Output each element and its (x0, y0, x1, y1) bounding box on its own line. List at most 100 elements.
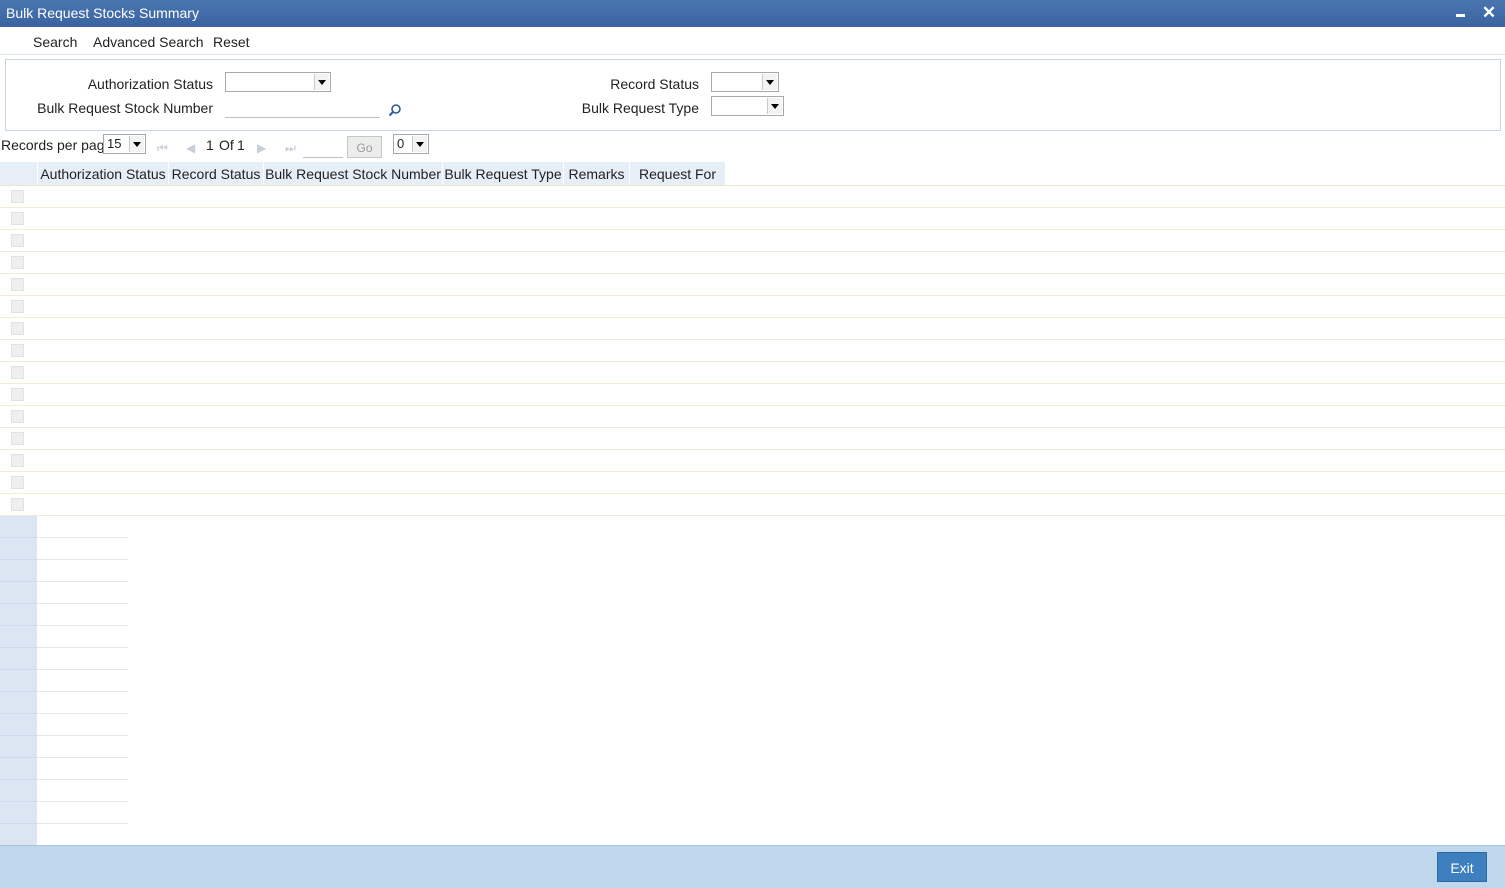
grid-cell (37, 560, 128, 582)
table-row[interactable] (0, 208, 1505, 230)
bulk-request-type-select[interactable] (711, 96, 784, 116)
menu-bar: Search Advanced Search Reset (0, 27, 1505, 55)
row-checkbox[interactable] (11, 256, 24, 269)
table-row[interactable] (0, 230, 1505, 252)
table-row[interactable] (0, 428, 1505, 450)
grid-cell (37, 736, 128, 758)
row-gutter (0, 824, 37, 846)
grid-cell (37, 670, 128, 692)
empty-grid-row (0, 802, 128, 824)
row-gutter (0, 736, 37, 758)
table-row[interactable] (0, 252, 1505, 274)
row-gutter (0, 648, 37, 670)
empty-grid-row (0, 758, 128, 780)
row-checkbox[interactable] (11, 278, 24, 291)
table-row[interactable] (0, 472, 1505, 494)
row-gutter (0, 538, 37, 560)
grid-cell (37, 692, 128, 714)
row-checkbox[interactable] (11, 476, 24, 489)
chevron-down-icon (129, 136, 144, 152)
table-row[interactable] (0, 296, 1505, 318)
row-checkbox[interactable] (11, 190, 24, 203)
row-gutter (0, 626, 37, 648)
row-checkbox[interactable] (11, 344, 24, 357)
table-row[interactable] (0, 450, 1505, 472)
table-row[interactable] (0, 494, 1505, 516)
grid-cell (37, 802, 128, 824)
row-checkbox[interactable] (11, 454, 24, 467)
row-gutter (0, 582, 37, 604)
table-row[interactable] (0, 186, 1505, 208)
grid-cell (37, 538, 128, 560)
chevron-down-icon (314, 74, 329, 90)
row-checkbox[interactable] (11, 410, 24, 423)
table-row[interactable] (0, 406, 1505, 428)
search-criteria-panel: Authorization Status Bulk Request Stock … (5, 59, 1501, 131)
minimize-icon[interactable] (1452, 4, 1470, 22)
table-row[interactable] (0, 362, 1505, 384)
select-all-header[interactable] (0, 162, 38, 185)
next-page-icon[interactable]: ▶ (257, 141, 266, 155)
empty-grid-row (0, 582, 128, 604)
go-to-page-input[interactable] (303, 139, 343, 158)
table-row[interactable] (0, 318, 1505, 340)
chevron-down-icon (762, 74, 777, 90)
window-title: Bulk Request Stocks Summary (6, 5, 199, 21)
column-header-authorization-status[interactable]: Authorization Status (38, 162, 169, 185)
extra-select[interactable]: 0 (393, 134, 429, 154)
row-checkbox[interactable] (11, 300, 24, 313)
grid-cell (37, 626, 128, 648)
lookup-icon[interactable] (388, 103, 402, 117)
record-status-select[interactable] (711, 72, 779, 92)
empty-grid-row (0, 692, 128, 714)
row-checkbox[interactable] (11, 498, 24, 511)
authorization-status-select[interactable] (225, 72, 331, 92)
table-row[interactable] (0, 340, 1505, 362)
column-header-bulk-request-stock-number[interactable]: Bulk Request Stock Number (264, 162, 443, 185)
records-per-page-select[interactable]: 15 (103, 134, 146, 154)
grid-cell (37, 714, 128, 736)
empty-grid-row (0, 736, 128, 758)
row-checkbox[interactable] (11, 234, 24, 247)
last-page-icon[interactable]: ⏭ (285, 141, 296, 156)
footer-bar: Exit (0, 845, 1505, 888)
authorization-status-label: Authorization Status (87, 76, 213, 92)
current-page: 1 (206, 137, 214, 153)
table-row[interactable] (0, 274, 1505, 296)
bulk-request-stock-number-input[interactable] (225, 98, 380, 118)
bulk-request-stock-number-label: Bulk Request Stock Number (37, 100, 213, 116)
row-gutter (0, 560, 37, 582)
chevron-down-icon (767, 98, 782, 114)
records-per-page-label: Records per page (1, 137, 113, 153)
grid-cell (37, 648, 128, 670)
row-gutter (0, 758, 37, 780)
grid-header: Authorization Status Record Status Bulk … (0, 162, 1505, 186)
column-header-bulk-request-type[interactable]: Bulk Request Type (443, 162, 564, 185)
column-header-record-status[interactable]: Record Status (169, 162, 264, 185)
advanced-search-menu-item[interactable]: Advanced Search (93, 34, 204, 50)
grid-cell (37, 780, 128, 802)
row-checkbox[interactable] (11, 432, 24, 445)
grid-cell (37, 582, 128, 604)
column-header-request-for[interactable]: Request For (630, 162, 726, 185)
title-bar: Bulk Request Stocks Summary ✕ (0, 0, 1505, 27)
empty-grid-row (0, 516, 128, 538)
reset-menu-item[interactable]: Reset (213, 34, 250, 50)
go-button[interactable]: Go (347, 136, 382, 158)
row-gutter (0, 604, 37, 626)
first-page-icon[interactable]: ⏮ (157, 141, 168, 156)
exit-button[interactable]: Exit (1437, 852, 1487, 882)
grid-cell (37, 516, 128, 538)
search-menu-item[interactable]: Search (33, 34, 77, 50)
of-label: Of (219, 137, 234, 153)
row-checkbox[interactable] (11, 388, 24, 401)
empty-grid-row (0, 714, 128, 736)
previous-page-icon[interactable]: ◀ (186, 141, 195, 155)
empty-grid-row (0, 560, 128, 582)
row-checkbox[interactable] (11, 212, 24, 225)
close-icon[interactable]: ✕ (1480, 4, 1498, 22)
row-checkbox[interactable] (11, 322, 24, 335)
column-header-remarks[interactable]: Remarks (564, 162, 630, 185)
row-checkbox[interactable] (11, 366, 24, 379)
table-row[interactable] (0, 384, 1505, 406)
